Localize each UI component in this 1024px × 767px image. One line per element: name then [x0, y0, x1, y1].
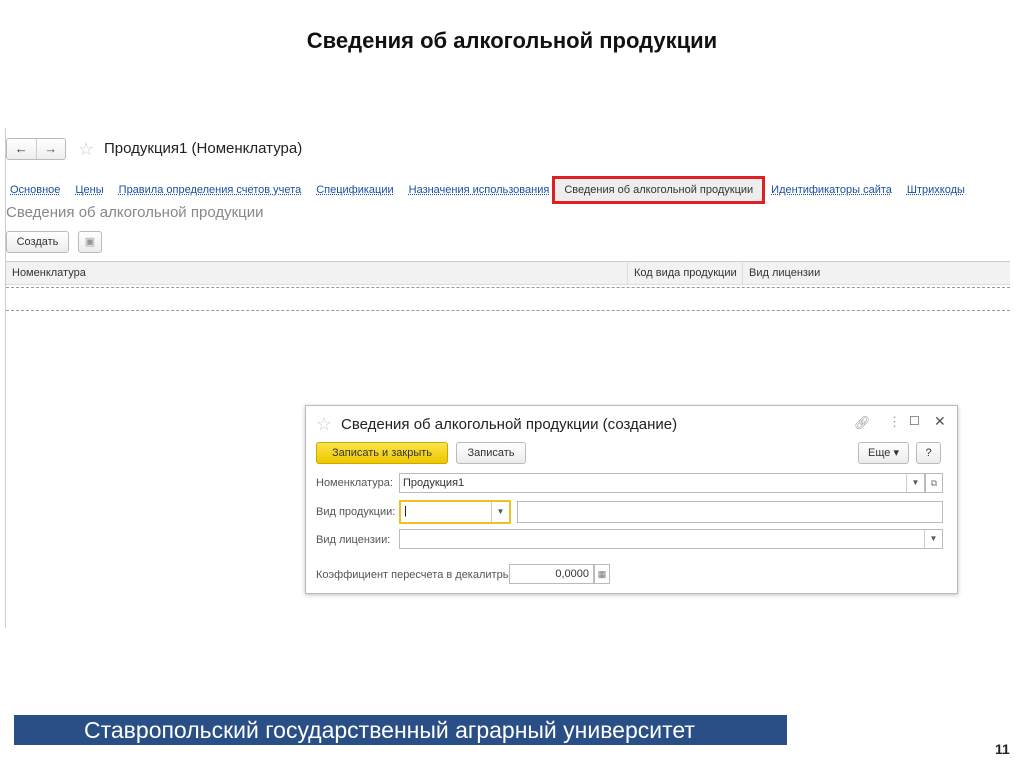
nomenclature-value: Продукция1 — [403, 477, 465, 489]
close-icon[interactable]: ✕ — [934, 413, 946, 430]
more-vert-icon[interactable]: ⋮ — [888, 414, 901, 430]
tab-prices[interactable]: Цены — [75, 184, 103, 196]
column-nomenclature[interactable]: Номенклатура — [6, 262, 628, 284]
nomenclature-field[interactable]: Продукция1 ▼ — [399, 473, 925, 493]
forward-button[interactable]: → — [37, 139, 66, 159]
tab-main[interactable]: Основное — [10, 184, 60, 196]
maximize-icon[interactable]: ☐ — [909, 414, 920, 428]
tab-accounting-rules[interactable]: Правила определения счетов учета — [119, 184, 302, 196]
form-title: Продукция1 (Номенклатура) — [104, 140, 303, 157]
open-icon[interactable]: ⧉ — [925, 473, 943, 493]
section-title: Сведения об алкогольной продукции — [6, 204, 264, 221]
calculator-icon[interactable]: ▦ — [594, 564, 610, 584]
product-type-label: Вид продукции: — [316, 506, 396, 518]
tab-specifications[interactable]: Спецификации — [316, 184, 393, 196]
product-type-code-field[interactable]: | ▼ — [399, 500, 511, 524]
nav-buttons: ← → — [6, 138, 66, 160]
license-label: Вид лицензии: — [316, 534, 391, 546]
link-icon[interactable]: 🔗︎ — [854, 415, 871, 431]
save-button[interactable]: Записать — [456, 442, 526, 464]
more-label: Еще — [868, 447, 891, 459]
coefficient-field[interactable]: 0,0000 — [509, 564, 594, 584]
tab-alcohol-info[interactable]: Сведения об алкогольной продукции — [552, 176, 766, 204]
column-license[interactable]: Вид лицензии — [743, 262, 1010, 284]
column-product-code[interactable]: Код вида продукции — [628, 262, 743, 284]
copy-icon[interactable]: ▣ — [78, 231, 102, 253]
back-button[interactable]: ← — [7, 139, 37, 159]
create-dialog: ☆ Сведения об алкогольной продукции (соз… — [305, 405, 958, 594]
tab-barcodes[interactable]: Штрихкоды — [907, 184, 965, 196]
table-row[interactable] — [6, 287, 1010, 311]
more-button[interactable]: Еще ▾ — [858, 442, 909, 464]
help-button[interactable]: ? — [916, 442, 941, 464]
save-and-close-button[interactable]: Записать и закрыть — [316, 442, 448, 464]
table-header: Номенклатура Код вида продукции Вид лице… — [6, 261, 1010, 285]
tab-usage[interactable]: Назначения использования — [409, 184, 550, 196]
dialog-title: Сведения об алкогольной продукции (созда… — [341, 416, 678, 433]
coefficient-label: Коэффициент пересчета в декалитры: — [316, 569, 514, 581]
nomenclature-label: Номенклатура: — [316, 477, 393, 489]
dropdown-icon[interactable]: ▼ — [924, 530, 942, 548]
slide-title: Сведения об алкогольной продукции — [306, 28, 718, 53]
dropdown-icon[interactable]: ▼ — [906, 474, 924, 492]
dropdown-icon[interactable]: ▼ — [491, 502, 509, 522]
product-type-name-field[interactable] — [517, 501, 943, 523]
create-button[interactable]: Создать — [6, 231, 69, 253]
text-cursor: | — [404, 505, 407, 517]
form-tabs: Основное Цены Правила определения счетов… — [10, 176, 980, 204]
license-field[interactable]: ▼ — [399, 529, 943, 549]
university-banner: Ставропольский государственный аграрный … — [14, 715, 787, 745]
favorite-star-icon[interactable]: ☆ — [78, 139, 94, 159]
tab-site-ids[interactable]: Идентификаторы сайта — [771, 184, 892, 196]
page-number: 11 — [995, 741, 1010, 757]
favorite-star-icon[interactable]: ☆ — [316, 414, 332, 434]
